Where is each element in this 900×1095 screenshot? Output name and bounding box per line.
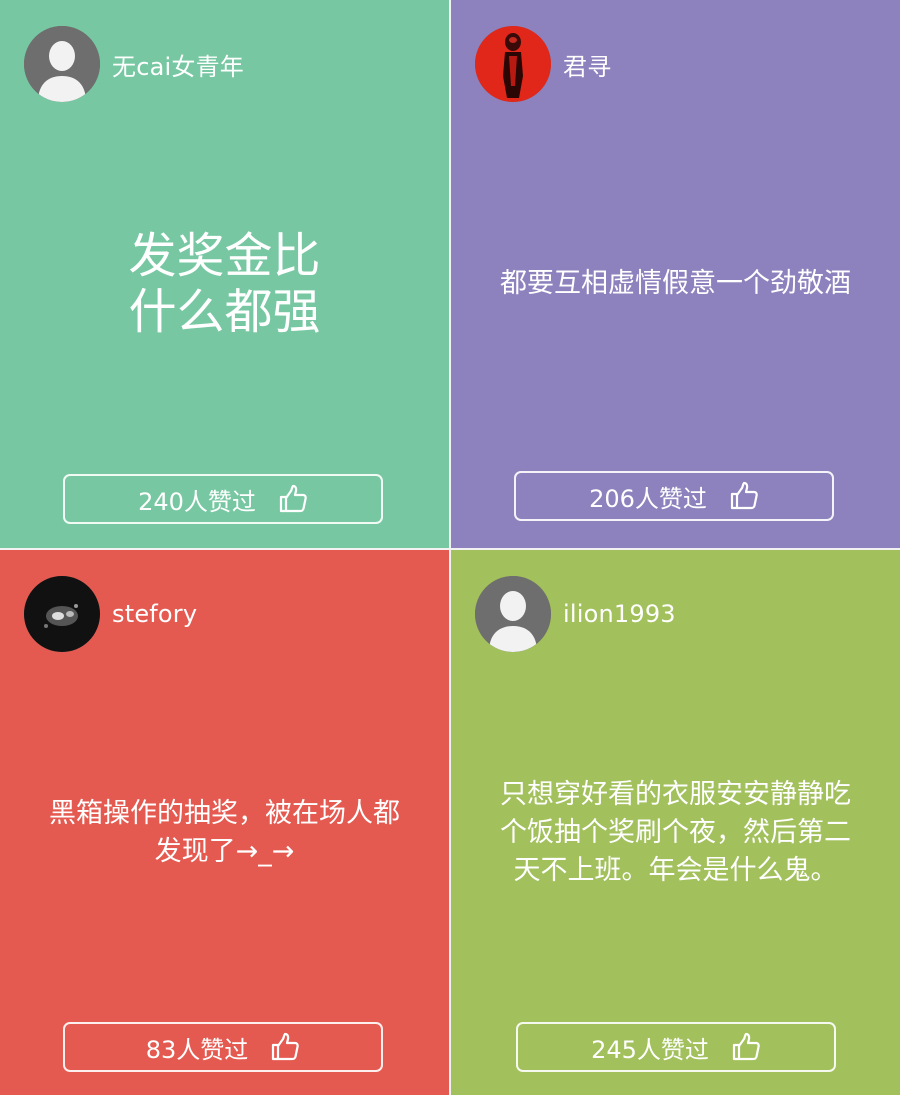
- username[interactable]: 无cai女青年: [112, 47, 244, 82]
- post-text: 只想穿好看的衣服安安静静吃 个饭抽个奖刷个夜，然后第二 天不上班。年会是什么鬼。: [500, 778, 851, 886]
- avatar[interactable]: [475, 26, 551, 102]
- avatar[interactable]: [475, 576, 551, 652]
- dark-abstract-photo-avatar: [24, 576, 100, 652]
- like-button[interactable]: 245人赞过: [516, 1022, 836, 1072]
- like-count: 245人赞过: [591, 1035, 709, 1064]
- like-count: 206人赞过: [589, 484, 707, 513]
- post-text: 都要互相虚情假意一个劲敬酒: [500, 268, 851, 299]
- post-content: 都要互相虚情假意一个劲敬酒: [471, 130, 880, 438]
- post-author[interactable]: stefory: [24, 576, 197, 652]
- post-author[interactable]: 无cai女青年: [24, 26, 244, 102]
- post-text: 黑箱操作的抽奖，被在场人都 发现了→_→: [49, 797, 400, 867]
- avatar[interactable]: [24, 576, 100, 652]
- like-button[interactable]: 240人赞过: [63, 474, 383, 524]
- post-card: ilion1993 只想穿好看的衣服安安静静吃 个饭抽个奖刷个夜，然后第二 天不…: [451, 550, 900, 1095]
- post-text: 发奖金比 什么都强: [128, 228, 321, 340]
- post-content: 发奖金比 什么都强: [20, 130, 429, 438]
- red-figure-photo-avatar: [475, 26, 551, 102]
- default-user-icon: [475, 576, 551, 652]
- username[interactable]: stefory: [112, 600, 197, 628]
- thumbs-up-icon: [730, 481, 758, 510]
- default-user-icon: [24, 26, 100, 102]
- thumbs-up-icon: [272, 1032, 300, 1061]
- like-count: 83人赞过: [145, 1035, 249, 1064]
- thumbs-up-icon: [732, 1032, 760, 1061]
- username[interactable]: 君寻: [563, 47, 611, 82]
- username[interactable]: ilion1993: [563, 600, 676, 628]
- thumbs-up-icon: [279, 484, 307, 513]
- post-author[interactable]: ilion1993: [475, 576, 676, 652]
- post-content: 只想穿好看的衣服安安静静吃 个饭抽个奖刷个夜，然后第二 天不上班。年会是什么鬼。: [471, 680, 880, 985]
- avatar[interactable]: [24, 26, 100, 102]
- post-content: 黑箱操作的抽奖，被在场人都 发现了→_→: [20, 680, 429, 985]
- post-card: 无cai女青年 发奖金比 什么都强 240人赞过: [0, 0, 449, 548]
- post-card: 君寻 都要互相虚情假意一个劲敬酒 206人赞过: [451, 0, 900, 548]
- like-count: 240人赞过: [138, 487, 256, 516]
- like-button[interactable]: 83人赞过: [63, 1022, 383, 1072]
- post-author[interactable]: 君寻: [475, 26, 611, 102]
- card-grid: 无cai女青年 发奖金比 什么都强 240人赞过 君寻 都要互相虚情假意一个劲敬…: [0, 0, 900, 1095]
- post-card: stefory 黑箱操作的抽奖，被在场人都 发现了→_→ 83人赞过: [0, 550, 449, 1095]
- like-button[interactable]: 206人赞过: [514, 471, 834, 521]
